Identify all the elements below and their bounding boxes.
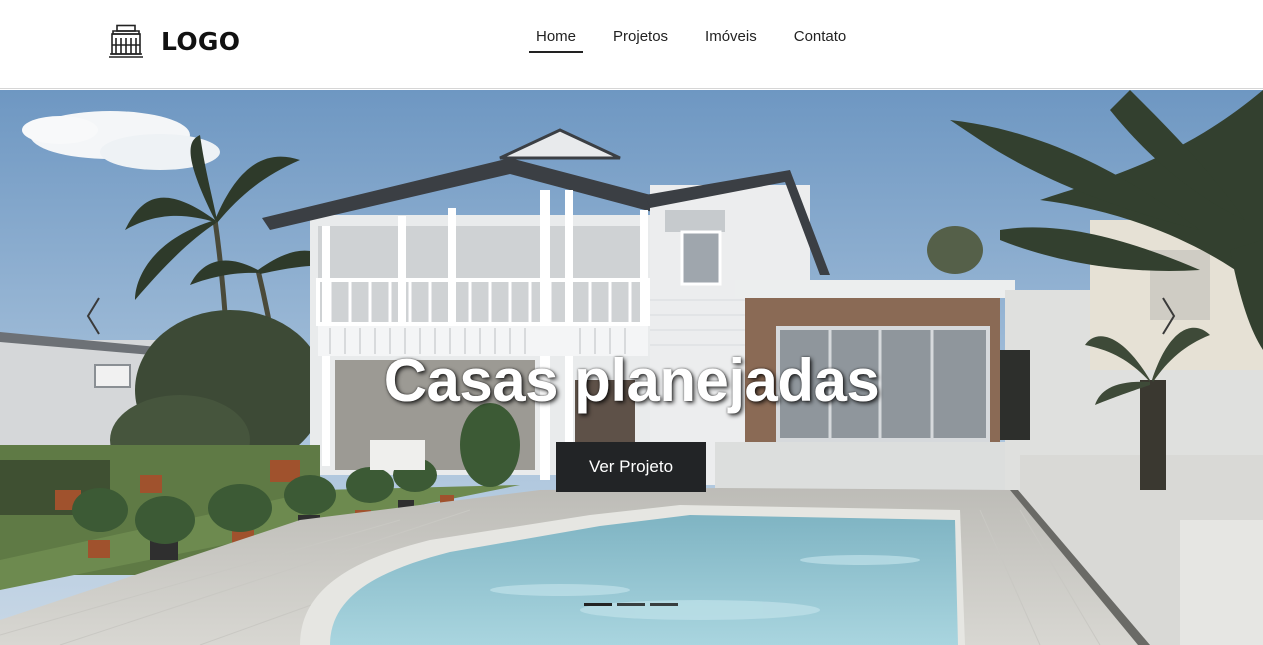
hero-carousel: Casas planejadas Ver Projeto [0, 90, 1263, 645]
site-header: LOGO Home Projetos Imóveis Contato [0, 0, 1263, 89]
carousel-prev-button[interactable] [78, 286, 108, 346]
carousel-indicators [584, 603, 683, 606]
carousel-indicator[interactable] [650, 603, 678, 606]
nav-item-imoveis[interactable]: Imóveis [698, 0, 764, 81]
chevron-right-icon [1162, 297, 1176, 335]
nav-item-home[interactable]: Home [529, 0, 584, 81]
nav-item-contato[interactable]: Contato [787, 0, 854, 81]
building-icon [109, 24, 143, 58]
logo-text: LOGO [161, 26, 241, 56]
main-nav: Home Projetos Imóveis Contato [529, 0, 876, 89]
hero-title: Casas planejadas [383, 347, 880, 414]
chevron-left-icon [86, 297, 100, 335]
ver-projeto-button[interactable]: Ver Projeto [556, 442, 706, 492]
nav-item-projetos[interactable]: Projetos [606, 0, 675, 81]
nav-item-label: Imóveis [705, 28, 757, 45]
carousel-indicator[interactable] [584, 603, 612, 606]
logo[interactable]: LOGO [108, 23, 240, 59]
carousel-indicator[interactable] [617, 603, 645, 606]
carousel-next-button[interactable] [1154, 286, 1184, 346]
nav-item-label: Home [536, 28, 577, 45]
nav-item-label: Contato [793, 28, 847, 45]
nav-item-label: Projetos [613, 28, 669, 45]
